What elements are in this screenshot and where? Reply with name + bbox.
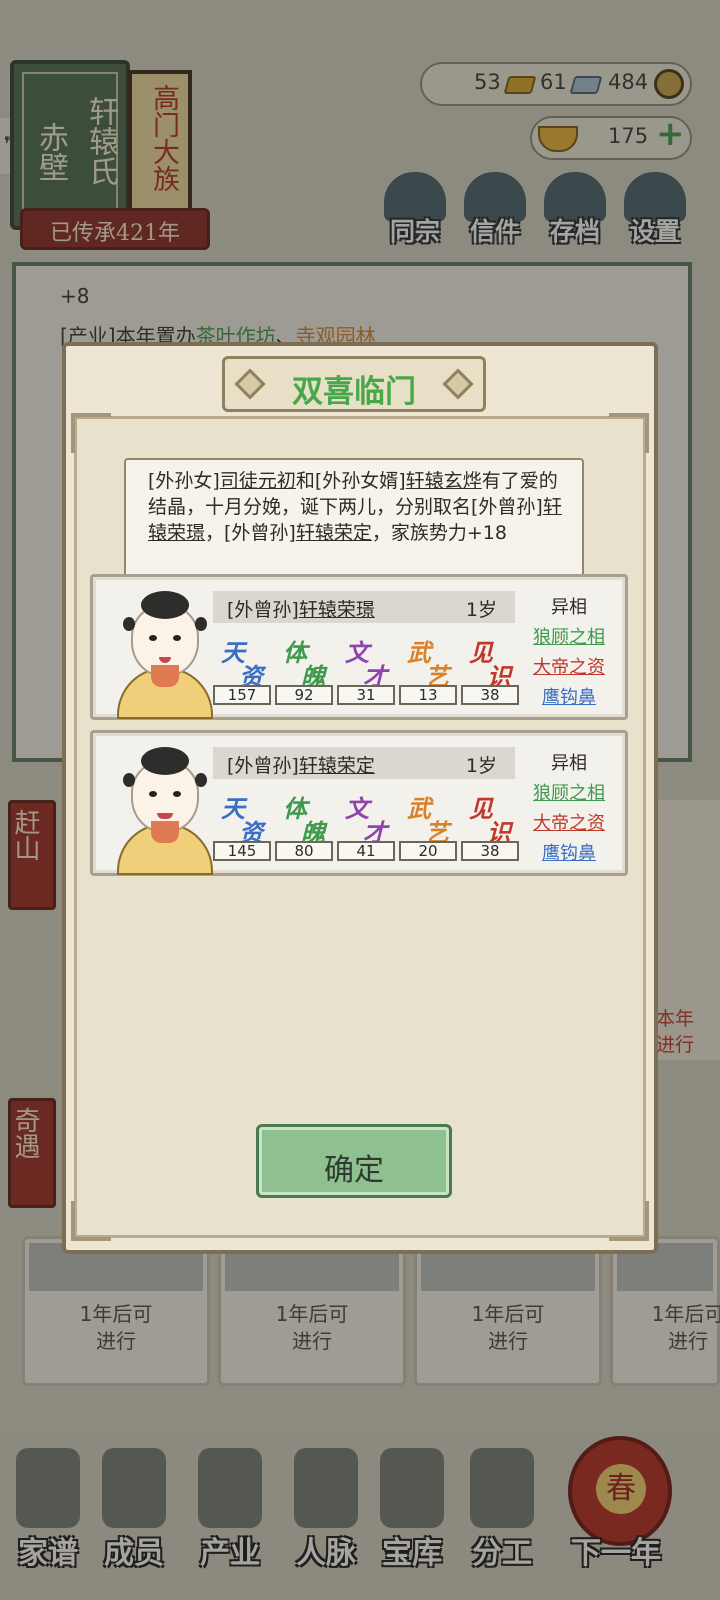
avatar-bun [195,773,207,787]
child-name-bar: [外曾孙]轩辕荣定 1岁 [213,747,515,779]
stat-label: 天资 [219,789,265,847]
message-text: ，家族势力+18 [371,522,507,544]
dialog-message-box: [外孙女]司徒元初和[外孙女婿]轩辕玄烨有了爱的结晶，十月分娩，诞下两儿，分别取… [124,458,584,578]
stat-label: 体魄 [281,789,327,847]
avatar-bun [123,773,135,787]
child-name: [外曾孙]轩辕荣璟 [227,595,375,622]
stat-value: 145 [213,841,271,861]
stat-value: 157 [213,685,271,705]
frame-corner [609,413,649,453]
person-link[interactable]: 轩辕荣定 [296,522,372,544]
frame-corner [71,413,111,453]
stat-value: 92 [275,685,333,705]
child-name-link[interactable]: 轩辕荣定 [299,755,375,777]
person-link[interactable]: 轩辕玄烨 [406,470,482,492]
frame-corner [71,1201,111,1241]
stat-value: 41 [337,841,395,861]
stat-label: 天资 [219,633,265,691]
avatar-bun [195,617,207,631]
child-age: 1岁 [465,755,497,777]
stat-label: 武艺 [405,789,451,847]
child-name-bar: [外曾孙]轩辕荣璟 1岁 [213,591,515,623]
trait-link[interactable]: 狼顾之相 [521,623,617,649]
child-card[interactable]: [外曾孙]轩辕荣定 1岁 天资 145 体魄 80 文才 41 武艺 20 见识… [90,730,628,876]
confirm-button[interactable]: 确定 [256,1124,452,1198]
frame-corner [609,1201,649,1241]
stat-label: 体魄 [281,633,327,691]
avatar-eye [173,791,181,797]
child-age: 1岁 [465,599,497,621]
message-text: ，[外曾孙] [205,522,296,544]
avatar-bun [123,617,135,631]
dialog-title-plate: 双喜临门 [222,356,486,412]
avatar-collar [151,665,179,687]
stat-value: 38 [461,841,519,861]
dialog-title: 双喜临门 [292,374,416,410]
trait-link[interactable]: 狼顾之相 [521,779,617,805]
confirm-label: 确定 [324,1153,384,1188]
child-relation: [外曾孙] [227,599,299,621]
person-link[interactable]: 司徒元初 [220,470,296,492]
dialog-message: [外孙女]司徒元初和[外孙女婿]轩辕玄烨有了爱的结晶，十月分娩，诞下两儿，分别取… [148,468,572,546]
stat-value: 31 [337,685,395,705]
avatar-eye [149,791,157,797]
stat-value: 13 [399,685,457,705]
avatar-hair [141,591,189,619]
child-name-link[interactable]: 轩辕荣璟 [299,599,375,621]
trait-link[interactable]: 鹰钩鼻 [521,839,617,865]
avatar-hair [141,747,189,775]
avatar-eye [173,635,181,641]
traits-header: 异相 [551,597,587,618]
stat-value: 38 [461,685,519,705]
avatar-collar [151,821,179,843]
avatar-eye [149,635,157,641]
stat-value: 20 [399,841,457,861]
trait-link[interactable]: 大帝之资 [521,653,617,679]
stat-label: 武艺 [405,633,451,691]
stat-label: 见识 [467,789,513,847]
child-card[interactable]: [外曾孙]轩辕荣璟 1岁 天资 157 体魄 92 文才 31 武艺 13 见识… [90,574,628,720]
trait-link[interactable]: 大帝之资 [521,809,617,835]
traits-header: 异相 [551,753,587,774]
trait-link[interactable]: 鹰钩鼻 [521,683,617,709]
stat-value: 80 [275,841,333,861]
child-name: [外曾孙]轩辕荣定 [227,751,375,778]
child-avatar [113,587,217,719]
child-avatar [113,743,217,875]
stat-label: 见识 [467,633,513,691]
stat-label: 文才 [343,789,389,847]
stat-label: 文才 [343,633,389,691]
message-text: 和[外孙女婿] [295,470,406,492]
child-relation: [外曾孙] [227,755,299,777]
message-text: [外孙女] [148,470,220,492]
